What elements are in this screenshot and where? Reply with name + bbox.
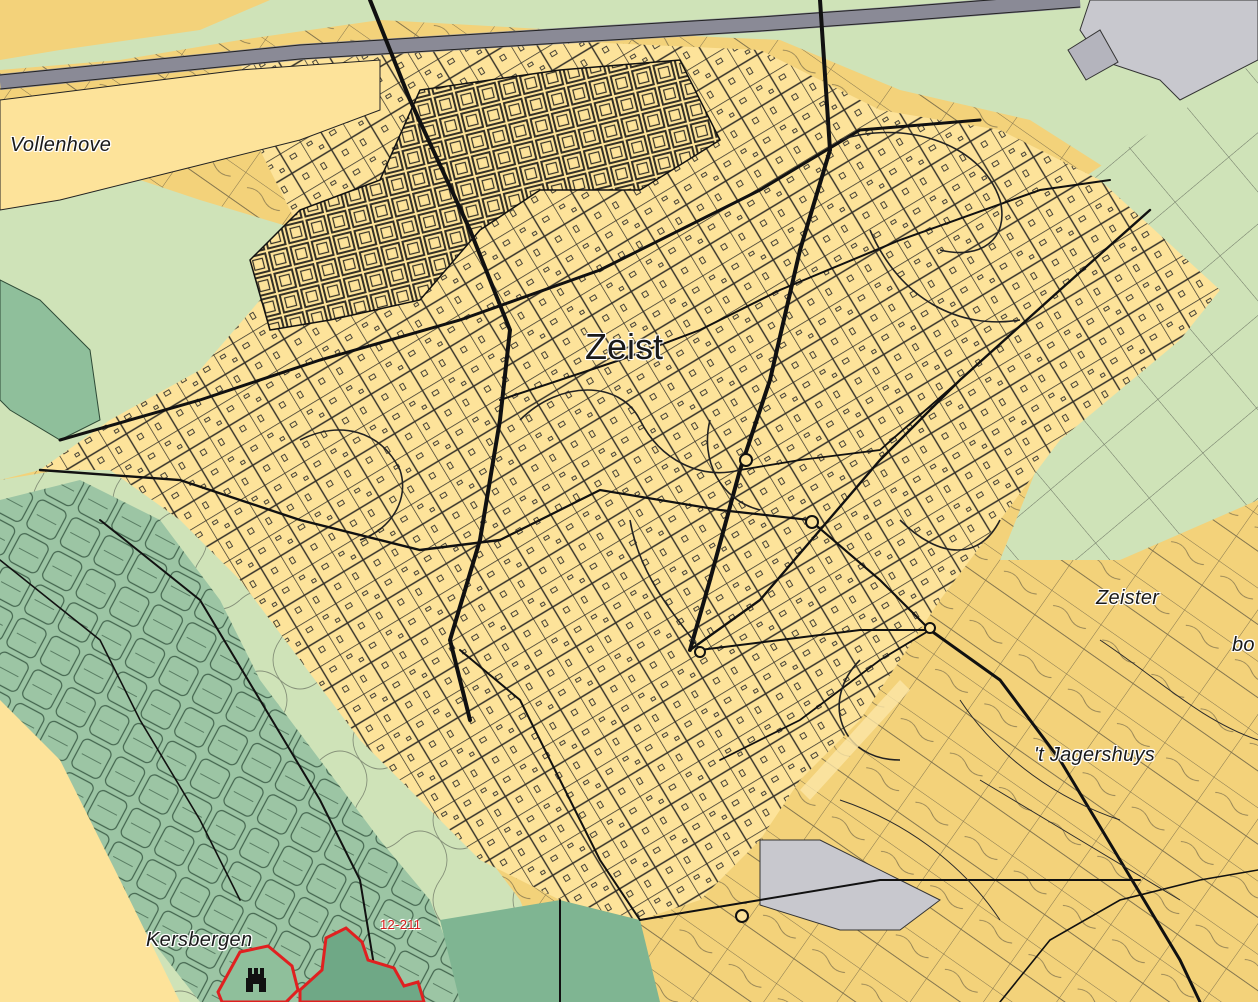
- place-label-vollenhove: Vollenhove: [10, 134, 112, 156]
- place-label-kersbergen: Kersbergen: [146, 929, 253, 951]
- castle-icon: [246, 968, 266, 992]
- topographic-map[interactable]: [0, 0, 1258, 1002]
- place-label-bo: bo: [1232, 634, 1255, 656]
- place-label-jagershuys: 't Jagershuys: [1034, 744, 1156, 766]
- place-label-zeister: Zeister: [1096, 587, 1160, 609]
- monument-code-label: 12-211: [380, 917, 422, 932]
- place-label-zeist: Zeist: [585, 326, 664, 367]
